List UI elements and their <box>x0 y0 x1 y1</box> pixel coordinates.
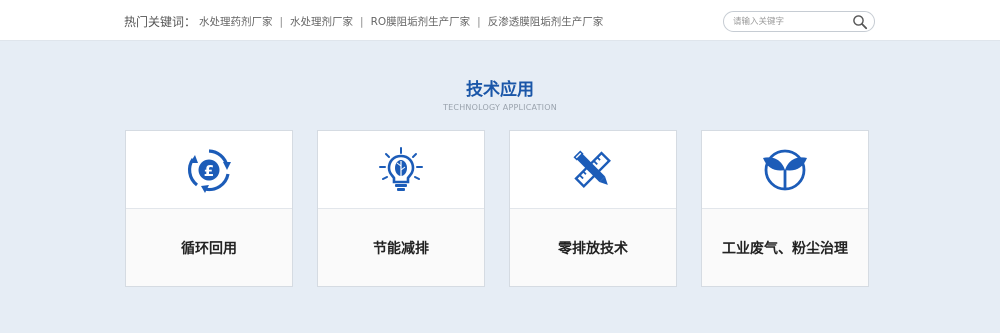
svg-text:£: £ <box>204 162 214 180</box>
hot-keyword-link[interactable]: RO膜阻垢剂生产厂家 <box>371 14 471 29</box>
card-zero-discharge[interactable]: 零排放技术 <box>509 130 677 287</box>
sprout-circle-icon <box>763 149 807 190</box>
search-icon <box>853 15 868 30</box>
hot-keyword-link[interactable]: 水处理药剂厂家 <box>199 14 273 29</box>
search-box <box>723 11 875 32</box>
hot-keyword-link[interactable]: 水处理剂厂家 <box>290 14 353 29</box>
hot-keywords-list: 水处理药剂厂家 | 水处理剂厂家 | RO膜阻垢剂生产厂家 | 反渗透膜阻垢剂生… <box>199 14 603 29</box>
search-button[interactable] <box>852 14 868 30</box>
separator: | <box>477 15 481 28</box>
card-recycle[interactable]: £ 循环回用 <box>125 130 293 287</box>
card-label: 循环回用 <box>126 209 292 286</box>
separator: | <box>279 15 284 28</box>
section-subtitle: TECHNOLOGY APPLICATION <box>443 103 557 112</box>
pencil-ruler-icon <box>573 149 611 188</box>
card-label: 零排放技术 <box>510 209 676 286</box>
hot-keywords-label: 热门关键词： <box>124 15 197 29</box>
section-title: 技术应用 <box>466 80 534 100</box>
card-waste-gas-dust[interactable]: 工业废气、粉尘治理 <box>701 130 869 287</box>
card-label: 节能减排 <box>318 209 484 286</box>
card-label: 工业废气、粉尘治理 <box>702 209 868 286</box>
hot-keyword-link[interactable]: 反渗透膜阻垢剂生产厂家 <box>488 14 604 29</box>
top-bar: 热门关键词： 水处理药剂厂家 | 水处理剂厂家 | RO膜阻垢剂生产厂家 | 反… <box>0 0 1000 41</box>
recycle-pound-icon: £ <box>187 148 231 193</box>
lightbulb-leaf-icon <box>379 146 423 191</box>
card-energy-saving[interactable]: 节能减排 <box>317 130 485 287</box>
separator: | <box>360 15 364 28</box>
search-input[interactable] <box>733 14 851 29</box>
